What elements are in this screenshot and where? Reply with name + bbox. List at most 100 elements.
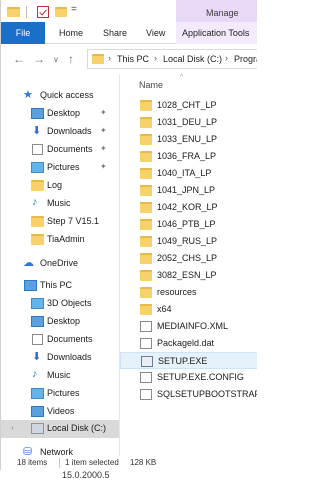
breadcrumb-separator-icon[interactable]: › — [108, 53, 111, 63]
folder-icon — [140, 287, 152, 298]
up-arrow-icon[interactable]: ↑ — [68, 52, 74, 66]
tab-share[interactable]: Share — [103, 28, 127, 38]
folder-icon — [140, 236, 152, 247]
pictures-icon — [31, 162, 44, 173]
sidebar-item-step7[interactable]: Step 7 V15.1 — [1, 213, 119, 231]
computer-icon — [24, 280, 37, 291]
tab-file[interactable]: File — [1, 22, 45, 44]
list-item[interactable]: 1031_DEU_LP — [120, 114, 257, 131]
sidebar-item-onedrive[interactable]: ☁ OneDrive — [1, 255, 119, 273]
file-name: SETUP.EXE — [158, 356, 208, 366]
chevron-right-icon[interactable]: › — [11, 423, 14, 432]
sidebar-item-documents[interactable]: Documents — [1, 331, 119, 349]
list-item[interactable]: 1046_PTB_LP — [120, 216, 257, 233]
sidebar-item-tiaadmin[interactable]: TiaAdmin — [1, 231, 119, 249]
disk-icon — [31, 423, 44, 434]
column-header-name[interactable]: Name — [139, 80, 163, 90]
tab-home[interactable]: Home — [59, 28, 83, 38]
sidebar-item-log[interactable]: Log — [1, 177, 119, 195]
list-item[interactable]: 1041_JPN_LP — [120, 182, 257, 199]
cloud-icon: ☁ — [23, 257, 34, 269]
folder-icon — [140, 151, 152, 162]
folder-icon — [31, 216, 44, 227]
sidebar-item-videos[interactable]: Videos — [1, 403, 119, 421]
sidebar-item-downloads[interactable]: ⬇ Downloads — [1, 349, 119, 367]
sidebar-item-downloads-pinned[interactable]: ⬇ Downloads ✦ — [1, 123, 119, 141]
sidebar-item-pictures[interactable]: Pictures — [1, 385, 119, 403]
navigation-pane: ★ Quick access Desktop ✦ ⬇ Downloads ✦ D… — [1, 74, 119, 458]
sidebar-item-music[interactable]: ♪ Music — [1, 195, 119, 213]
folder-icon — [140, 270, 152, 281]
folder-icon — [31, 234, 44, 245]
sidebar-item-label: Documents — [47, 334, 93, 344]
list-item[interactable]: 1028_CHT_LP — [120, 97, 257, 114]
file-name: 1040_ITA_LP — [157, 168, 212, 178]
executable-icon — [141, 356, 153, 367]
tab-application-tools[interactable]: Application Tools — [176, 22, 257, 44]
list-item[interactable]: 3082_ESN_LP — [120, 267, 257, 284]
quick-access-folder-icon[interactable] — [7, 7, 20, 17]
list-item[interactable]: Packageld.dat — [120, 335, 257, 352]
list-item[interactable]: 1033_ENU_LP — [120, 131, 257, 148]
list-item[interactable]: x64 — [120, 301, 257, 318]
address-bar[interactable]: › This PC › Local Disk (C:) › Progra — [87, 49, 257, 69]
new-folder-icon[interactable] — [55, 7, 67, 17]
sidebar-item-label: Quick access — [40, 90, 94, 100]
properties-check-icon[interactable] — [37, 6, 49, 18]
3d-objects-icon — [31, 298, 44, 309]
sidebar-item-desktop-pinned[interactable]: Desktop ✦ — [1, 105, 119, 123]
pin-icon[interactable]: ✦ — [100, 108, 107, 117]
file-name: resources — [157, 287, 197, 297]
breadcrumb-this-pc[interactable]: This PC — [117, 54, 149, 64]
file-name: 2052_CHS_LP — [157, 253, 218, 263]
forward-arrow-icon[interactable]: → — [33, 52, 45, 66]
sidebar-item-3d-objects[interactable]: 3D Objects — [1, 295, 119, 313]
list-item[interactable]: 1042_KOR_LP — [120, 199, 257, 216]
list-item[interactable]: 1036_FRA_LP — [120, 148, 257, 165]
sidebar-item-label: OneDrive — [40, 258, 79, 268]
list-item-selected[interactable]: SETUP.EXE — [120, 352, 257, 369]
file-name: 3082_ESN_LP — [157, 270, 217, 280]
download-icon: ⬇ — [32, 125, 42, 137]
breadcrumb-program-files[interactable]: Progra — [234, 54, 257, 64]
sidebar-item-pictures-pinned[interactable]: Pictures ✦ — [1, 159, 119, 177]
file-name: 1046_PTB_LP — [157, 219, 216, 229]
back-arrow-icon[interactable]: ← — [13, 52, 25, 66]
pin-icon[interactable]: ✦ — [100, 162, 107, 171]
list-item[interactable]: SQLSETUPBOOTSTRAPPER. — [120, 386, 257, 403]
sidebar-item-quick-access[interactable]: ★ Quick access — [1, 87, 119, 105]
breadcrumb-separator-icon[interactable]: › — [154, 53, 157, 63]
folder-icon — [140, 219, 152, 230]
manage-context-tab[interactable]: Manage — [176, 0, 257, 22]
sidebar-item-label: Videos — [47, 406, 75, 416]
sidebar-item-label: TiaAdmin — [47, 234, 85, 244]
sidebar-item-label: Desktop — [47, 108, 81, 118]
list-item[interactable]: 2052_CHS_LP — [120, 250, 257, 267]
list-item[interactable]: resources — [120, 284, 257, 301]
customize-toolbar-icon[interactable]: = — [71, 4, 77, 15]
sidebar-item-documents-pinned[interactable]: Documents ✦ — [1, 141, 119, 159]
file-name: x64 — [157, 304, 172, 314]
list-item[interactable]: 1049_RUS_LP — [120, 233, 257, 250]
sidebar-item-label: Pictures — [47, 162, 80, 172]
list-item[interactable]: SETUP.EXE.CONFIG — [120, 369, 257, 386]
ribbon-tabs: File Home Share View Application Tools — [1, 22, 257, 44]
folder-icon — [140, 168, 152, 179]
sidebar-item-desktop[interactable]: Desktop — [1, 313, 119, 331]
tab-view[interactable]: View — [146, 28, 165, 38]
quick-access-separator — [26, 6, 27, 18]
sidebar-item-music-pc[interactable]: ♪ Music — [1, 367, 119, 385]
sidebar-item-label: Local Disk (C:) — [47, 423, 107, 433]
recent-locations-chevron-icon[interactable]: ∨ — [53, 55, 59, 64]
star-icon: ★ — [23, 89, 33, 101]
list-item[interactable]: MEDIAINFO.XML — [120, 318, 257, 335]
pin-icon[interactable]: ✦ — [100, 144, 107, 153]
sidebar-item-this-pc[interactable]: This PC — [1, 277, 119, 295]
settings-file-icon — [140, 389, 152, 400]
sidebar-item-local-disk[interactable]: › Local Disk (C:) — [1, 420, 119, 438]
sidebar-item-label: This PC — [40, 280, 73, 290]
breadcrumb-local-disk[interactable]: Local Disk (C:) — [163, 54, 222, 64]
breadcrumb-separator-icon[interactable]: › — [225, 53, 228, 63]
pin-icon[interactable]: ✦ — [100, 126, 107, 135]
list-item[interactable]: 1040_ITA_LP — [120, 165, 257, 182]
